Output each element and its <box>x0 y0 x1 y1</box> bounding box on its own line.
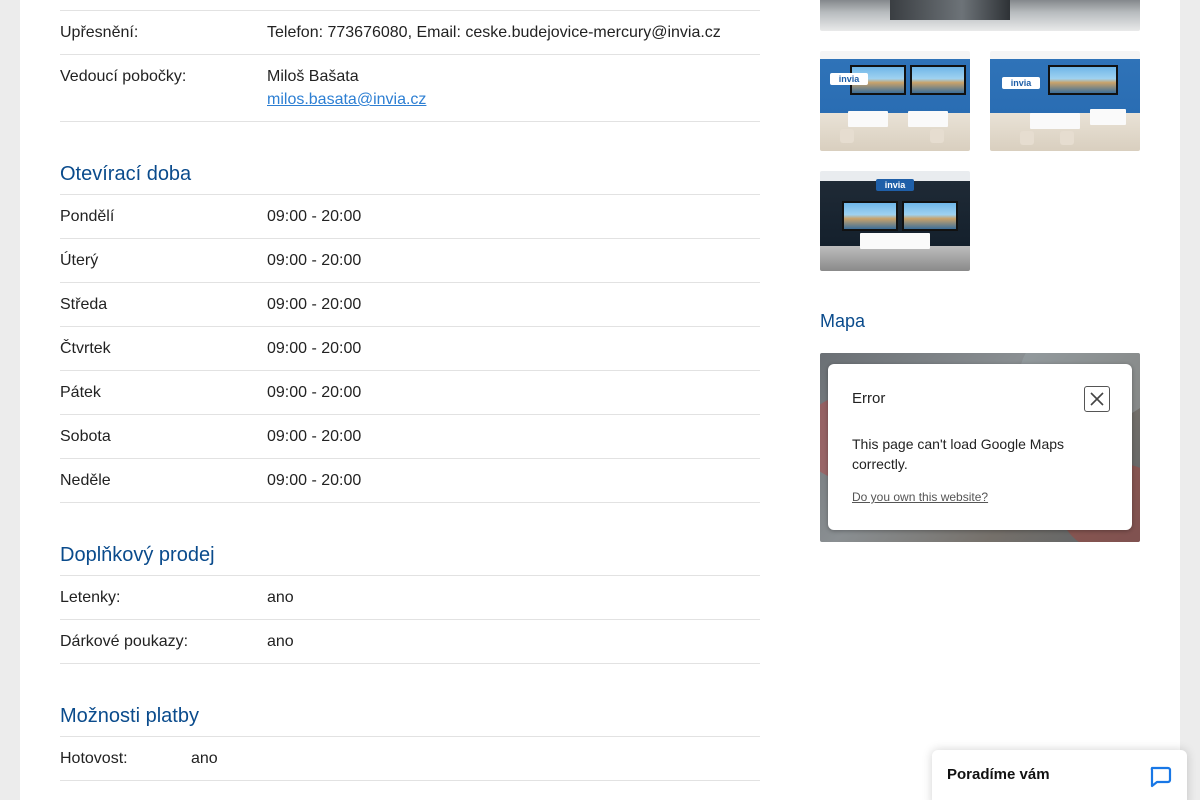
time-value: 09:00 - 20:00 <box>267 428 362 445</box>
close-button[interactable] <box>1084 386 1110 412</box>
close-icon <box>1090 392 1104 406</box>
manager-name: Miloš Bašata <box>267 68 359 85</box>
own-website-link[interactable]: Do you own this website? <box>852 490 988 504</box>
manager-email-link[interactable]: milos.basata@invia.cz <box>267 91 426 108</box>
hours-row: Úterý 09:00 - 20:00 <box>60 239 760 283</box>
day-label: Středa <box>60 296 108 313</box>
brand-logo: invia <box>876 179 914 191</box>
detail-row-upresneni: Upřesnění: Telefon: 773676080, Email: ce… <box>60 11 760 55</box>
extra-sales-row: Dárkové poukazy: ano <box>60 620 760 664</box>
branch-details: Upřesnění: Telefon: 773676080, Email: ce… <box>60 0 760 781</box>
chat-bubble-icon <box>1150 766 1172 788</box>
hours-row: Pátek 09:00 - 20:00 <box>60 371 760 415</box>
extra-value: ano <box>267 589 294 606</box>
day-label: Neděle <box>60 472 111 489</box>
map-widget[interactable]: Error This page can't load Google Maps c… <box>820 353 1140 542</box>
map-error-dialog: Error This page can't load Google Maps c… <box>828 364 1132 530</box>
hours-row: Neděle 09:00 - 20:00 <box>60 459 760 503</box>
top-divider-row <box>60 0 760 11</box>
day-label: Úterý <box>60 252 99 269</box>
brand-logo: invia <box>1002 77 1040 89</box>
gallery-thumb-2[interactable]: invia <box>990 51 1140 151</box>
time-value: 09:00 - 20:00 <box>267 384 362 401</box>
section-title-extra-sales: Doplňkový prodej <box>60 543 760 576</box>
hours-list: Pondělí 09:00 - 20:00 Úterý 09:00 - 20:00 … <box>60 195 760 503</box>
gallery-thumb-1[interactable]: invia <box>820 51 970 151</box>
payment-value: ano <box>191 750 218 767</box>
detail-label: Upřesnění: <box>60 24 139 41</box>
detail-label: Vedoucí pobočky: <box>60 68 187 85</box>
section-title-opening-hours: Otevírací doba <box>60 162 760 195</box>
hours-row: Čtvrtek 09:00 - 20:00 <box>60 327 760 371</box>
extra-sales-row: Letenky: ano <box>60 576 760 620</box>
time-value: 09:00 - 20:00 <box>267 296 362 313</box>
error-title: Error <box>852 390 886 407</box>
gallery-photo-main[interactable] <box>820 0 1140 31</box>
day-label: Sobota <box>60 428 111 445</box>
extra-label: Letenky: <box>60 589 121 606</box>
hours-row: Středa 09:00 - 20:00 <box>60 283 760 327</box>
time-value: 09:00 - 20:00 <box>267 340 362 357</box>
section-title-map: Mapa <box>820 311 866 331</box>
detail-value: Telefon: 773676080, Email: ceske.budejov… <box>267 24 721 41</box>
day-label: Čtvrtek <box>60 340 111 357</box>
section-title-payment: Možnosti platby <box>60 704 760 737</box>
brand-logo: invia <box>830 73 868 85</box>
chat-label: Poradíme vám <box>947 766 1050 783</box>
time-value: 09:00 - 20:00 <box>267 252 362 269</box>
chat-widget[interactable]: Poradíme vám <box>932 750 1187 800</box>
extra-value: ano <box>267 633 294 650</box>
payment-label: Hotovost: <box>60 750 128 767</box>
day-label: Pátek <box>60 384 101 401</box>
extra-label: Dárkové poukazy: <box>60 633 189 650</box>
error-message: This page can't load Google Maps correct… <box>852 436 1065 472</box>
payment-row: Hotovost: ano <box>60 737 760 781</box>
detail-value: Miloš Bašata milos.basata@invia.cz <box>267 65 760 111</box>
time-value: 09:00 - 20:00 <box>267 472 362 489</box>
hours-row: Sobota 09:00 - 20:00 <box>60 415 760 459</box>
hours-row: Pondělí 09:00 - 20:00 <box>60 195 760 239</box>
detail-row-manager: Vedoucí pobočky: Miloš Bašata milos.basa… <box>60 55 760 122</box>
day-label: Pondělí <box>60 208 115 225</box>
time-value: 09:00 - 20:00 <box>267 208 362 225</box>
gallery-thumb-3[interactable]: invia <box>820 171 970 271</box>
page-content: Upřesnění: Telefon: 773676080, Email: ce… <box>20 0 1180 800</box>
